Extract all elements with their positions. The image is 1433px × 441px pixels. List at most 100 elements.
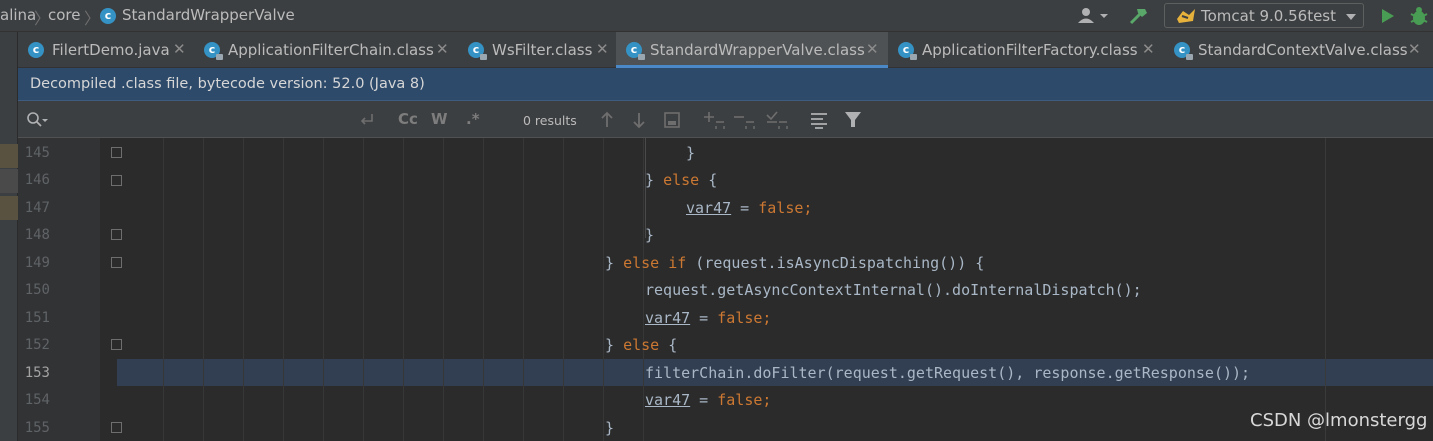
fold-marker-icon[interactable] (111, 147, 122, 158)
chevron-down-icon (1346, 14, 1356, 20)
tab-filertdemo-java[interactable]: c FilertDemo.java ✕ (18, 32, 194, 68)
remove-occurrence-icon[interactable] (734, 110, 756, 130)
select-all-occurrences-icon[interactable] (663, 111, 681, 129)
editor-tab-bar: c FilertDemo.java ✕ c ApplicationFilterC… (0, 32, 1433, 68)
breadcrumb-separator: 〉 (84, 9, 101, 28)
line-number: 149 (24, 255, 50, 271)
code-line-150: request.getAsyncContextInternal().doInte… (645, 281, 1142, 299)
class-icon: c (100, 8, 116, 24)
run-configuration-label: Tomcat 9.0.56test (1201, 7, 1337, 25)
indent-guide (203, 138, 204, 441)
regex-toggle[interactable]: .* (466, 110, 480, 128)
right-margin-guide (1325, 138, 1326, 441)
class-icon: c (1174, 42, 1193, 60)
match-case-toggle[interactable]: Cc (398, 110, 418, 128)
indent-guide (603, 138, 604, 441)
tab-label: FilertDemo.java (52, 41, 170, 59)
breadcrumb-standardwrappervalve[interactable]: StandardWrapperValve (122, 6, 295, 24)
code-line-154: var47 = false; (645, 391, 772, 409)
line-number: 146 (24, 172, 50, 188)
fold-marker-icon[interactable] (111, 339, 122, 350)
line-number: 154 (24, 392, 50, 408)
line-number: 155 (24, 420, 50, 436)
tab-applicationfilterfactory-class[interactable]: c ApplicationFilterFactory.class ✕ (888, 32, 1164, 68)
tab-label: StandardContextValve.class (1198, 41, 1408, 59)
tab-label: WsFilter.class (492, 41, 593, 59)
indent-guide (163, 138, 164, 441)
indent-guide (483, 138, 484, 441)
indent-guide (243, 138, 244, 441)
tab-applicationfilterchain-class[interactable]: c ApplicationFilterChain.class ✕ (194, 32, 458, 68)
search-icon[interactable] (26, 111, 48, 129)
code-line-155: } (605, 419, 615, 437)
line-number: 151 (24, 310, 50, 326)
class-icon: c (204, 42, 223, 60)
code-line-145: } (686, 144, 696, 162)
fold-marker-icon[interactable] (111, 422, 122, 433)
close-icon[interactable]: ✕ (1142, 40, 1155, 58)
close-icon[interactable]: ✕ (436, 40, 449, 58)
build-hammer-icon[interactable] (1128, 5, 1150, 27)
tab-label: StandardWrapperValve.class (650, 41, 865, 59)
close-icon[interactable]: ✕ (173, 40, 186, 58)
add-occurrence-icon[interactable] (704, 110, 726, 130)
decompiled-banner: Decompiled .class file, bytecode version… (18, 68, 1433, 101)
line-number: 152 (24, 337, 50, 353)
breadcrumb-catalina[interactable]: alina (0, 6, 36, 24)
tab-label: ApplicationFilterFactory.class (922, 41, 1138, 59)
user-icon (1078, 8, 1108, 23)
close-icon[interactable]: ✕ (596, 40, 609, 58)
tab-label: ApplicationFilterChain.class (228, 41, 434, 59)
whole-words-toggle[interactable]: W (431, 110, 448, 128)
indent-guide (403, 138, 404, 441)
line-number: 148 (24, 227, 50, 243)
code-line-148: } (645, 226, 655, 244)
filter-options-icon[interactable] (810, 112, 830, 130)
tab-wsfilter-class[interactable]: c WsFilter.class ✕ (458, 32, 616, 68)
indent-guide (363, 138, 364, 441)
code-line-152: } else { (605, 336, 678, 354)
fold-marker-icon[interactable] (111, 229, 122, 240)
class-icon: c (898, 42, 917, 60)
code-line-153: filterChain.doFilter(request.getRequest(… (645, 364, 1251, 382)
fold-marker-icon[interactable] (111, 257, 122, 268)
watermark: CSDN @lmonstergg (1250, 410, 1428, 431)
indent-guide (563, 138, 564, 441)
close-icon[interactable]: ✕ (1408, 40, 1421, 58)
tab-standardcontextvalve-class[interactable]: c StandardContextValve.class ✕ (1164, 32, 1433, 68)
user-menu-button[interactable] (1076, 6, 1110, 26)
indent-guide (443, 138, 444, 441)
line-number: 147 (24, 200, 50, 216)
toggle-selection-icon[interactable] (766, 110, 788, 130)
class-icon: c (626, 42, 645, 60)
navigation-bar: alina 〉 core 〉 c StandardWrapperValve To… (0, 0, 1433, 32)
breadcrumb-core[interactable]: core (48, 6, 81, 24)
line-number: 150 (24, 282, 50, 298)
bug-icon (1410, 7, 1428, 25)
code-line-149: } else if (request.isAsyncDispatching())… (605, 254, 985, 272)
arrow-up-icon[interactable] (600, 111, 614, 129)
indent-guide (523, 138, 524, 441)
banner-text: Decompiled .class file, bytecode version… (30, 76, 425, 92)
newline-icon[interactable] (358, 112, 376, 128)
play-icon (1382, 9, 1394, 23)
line-number: 145 (24, 145, 50, 161)
code-line-146: } else { (645, 171, 718, 189)
tomcat-icon (1177, 9, 1195, 23)
close-icon[interactable]: ✕ (866, 40, 879, 58)
class-icon: c (28, 42, 44, 58)
fold-marker-icon[interactable] (111, 175, 122, 186)
class-icon: c (468, 42, 487, 60)
indent-guide (643, 138, 644, 441)
run-button[interactable] (1380, 6, 1396, 26)
line-number-current: 153 (24, 365, 50, 381)
indent-guide (283, 138, 284, 441)
find-bar: Cc W .* 0 results (18, 101, 1433, 138)
funnel-icon[interactable] (844, 111, 862, 129)
search-results-count: 0 results (523, 113, 577, 128)
debug-button[interactable] (1407, 4, 1431, 28)
tab-standardwrappervalve-class[interactable]: c StandardWrapperValve.class ✕ (616, 32, 888, 68)
code-editor[interactable]: } } else { var47 = false; } } else if (r… (100, 138, 1433, 441)
run-configuration-select[interactable]: Tomcat 9.0.56test (1164, 3, 1364, 28)
arrow-down-icon[interactable] (632, 111, 646, 129)
